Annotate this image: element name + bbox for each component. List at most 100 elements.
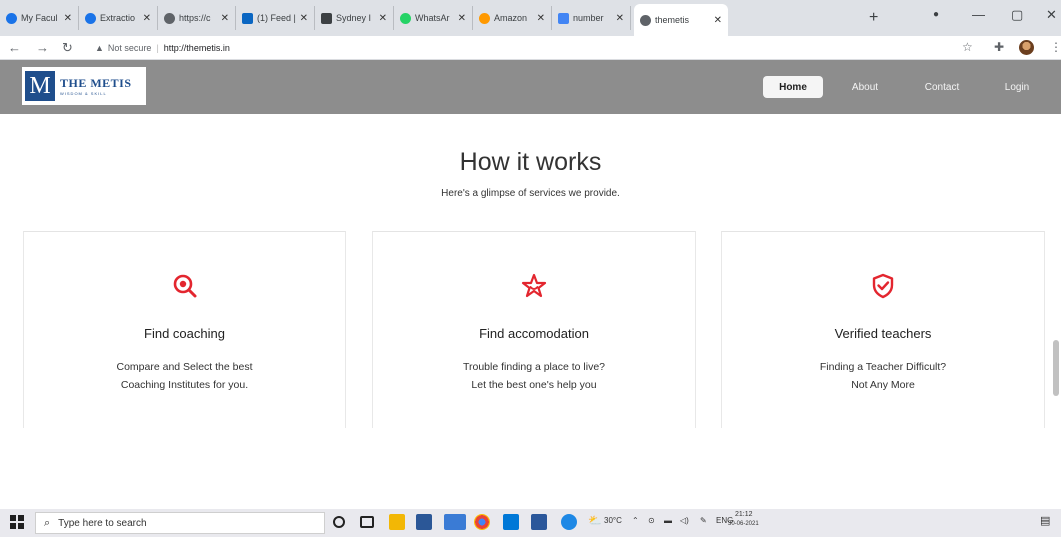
card-description: Finding a Teacher Difficult? Not Any Mor…	[722, 358, 1044, 394]
maximize-icon[interactable]: ▢	[1011, 7, 1023, 23]
browser-tab[interactable]: Extractio ✕	[79, 6, 158, 30]
clock-time[interactable]: 21:12	[735, 511, 753, 518]
browser-tab[interactable]: number ✕	[552, 6, 631, 30]
tab-favicon-icon	[164, 12, 175, 24]
close-icon[interactable]: ✕	[300, 13, 308, 24]
volume-icon[interactable]: ◁)	[680, 516, 689, 525]
divider: |	[156, 43, 159, 53]
site-logo[interactable]: M THE METIS WISDOM & SKILL	[22, 67, 146, 105]
card-title: Find coaching	[144, 326, 225, 341]
taskbar-search-input[interactable]: ⌕ Type here to search	[35, 512, 325, 534]
back-icon[interactable]: ←	[8, 40, 21, 55]
file-explorer-icon[interactable]	[389, 514, 405, 530]
tab-title: WhatsAr	[415, 13, 450, 23]
section-heading: How it works	[459, 148, 602, 176]
bookmark-star-icon[interactable]: ☆	[962, 40, 973, 54]
weather-text: 30°C	[604, 516, 622, 525]
task-view-icon[interactable]	[360, 516, 374, 528]
close-icon[interactable]: ✕	[616, 13, 624, 24]
tab-title: https://c	[179, 13, 211, 23]
url-text: http://themetis.in	[163, 43, 230, 53]
card-description-line: Finding a Teacher Difficult?	[819, 361, 947, 373]
star-icon	[521, 273, 547, 298]
close-icon[interactable]: ✕	[221, 13, 229, 24]
close-window-icon[interactable]: ✕	[1046, 7, 1057, 23]
close-icon[interactable]: ✕	[64, 13, 72, 24]
vscode-icon[interactable]	[503, 514, 519, 530]
card-description: Trouble finding a place to live? Let the…	[373, 358, 695, 394]
nav-contact-link[interactable]: Contact	[912, 76, 972, 98]
profile-avatar[interactable]	[1019, 40, 1034, 55]
tab-favicon-icon	[479, 12, 490, 24]
close-icon[interactable]: ✕	[379, 13, 387, 24]
tab-title: Amazon	[494, 13, 528, 23]
reload-icon[interactable]: ↻	[62, 40, 73, 56]
section-subheading: Here's a glimpse of services we provide.	[441, 188, 620, 199]
logo-mark: M	[25, 71, 55, 101]
tab-favicon-icon	[6, 12, 17, 24]
browser-tab[interactable]: WhatsAr ✕	[394, 6, 473, 30]
browser-tab[interactable]: https://c ✕	[158, 6, 236, 30]
service-card-accommodation: Find accomodation Trouble finding a plac…	[372, 231, 696, 428]
browser-tab[interactable]: (1) Feed | ✕	[236, 6, 315, 30]
tab-title: Sydney I	[336, 13, 372, 23]
tab-title: Extractio	[100, 13, 136, 23]
forward-icon[interactable]: →	[36, 40, 49, 55]
warning-icon: ▲	[95, 43, 104, 53]
browser-tab-active[interactable]: themetis ✕	[634, 4, 728, 36]
tab-favicon-icon	[400, 12, 411, 24]
clock-date[interactable]: 30-06-2021	[728, 521, 759, 527]
page-scrollbar[interactable]	[1053, 340, 1059, 396]
network-icon[interactable]: ⊙	[648, 516, 655, 525]
tab-favicon-icon	[558, 12, 569, 24]
tab-title: My Facul	[21, 13, 58, 23]
menu-dots-icon[interactable]: ⋮	[1050, 40, 1061, 54]
tab-title: (1) Feed |	[257, 13, 296, 23]
notifications-icon[interactable]: ▤	[1040, 514, 1050, 527]
browser-tab[interactable]: My Facul ✕	[0, 6, 79, 30]
tab-title: number	[573, 13, 604, 23]
close-icon[interactable]: ✕	[714, 15, 722, 26]
close-icon[interactable]: ✕	[458, 13, 466, 24]
card-description-line: Let the best one's help you	[471, 379, 597, 391]
windows-start-icon[interactable]	[10, 515, 24, 529]
security-label: Not secure	[107, 43, 152, 53]
nav-about-link[interactable]: About	[840, 76, 890, 98]
browser-tab-strip: My Facul ✕ Extractio ✕ https://c ✕ (1) F…	[0, 0, 1061, 36]
store-icon[interactable]	[416, 514, 432, 530]
mail-icon[interactable]	[444, 514, 466, 530]
card-description: Compare and Select the best Coaching Ins…	[24, 358, 345, 394]
card-title: Verified teachers	[834, 326, 932, 341]
tab-title: themetis	[655, 15, 690, 25]
taskbar-search-placeholder: Type here to search	[58, 517, 147, 529]
tray-chevron-icon[interactable]: ⌃	[632, 516, 639, 525]
pen-icon[interactable]: ✎	[700, 516, 707, 525]
nav-login-link[interactable]: Login	[992, 76, 1042, 98]
cortana-icon[interactable]	[333, 516, 345, 528]
card-description-line: Compare and Select the best	[116, 361, 253, 373]
service-card-teachers: Verified teachers Finding a Teacher Diff…	[721, 231, 1045, 428]
new-tab-button[interactable]: +	[869, 9, 878, 27]
browser-toolbar: ← → ↻ ▲ Not secure | http://themetis.in …	[0, 36, 1061, 60]
help-icon[interactable]	[561, 514, 577, 530]
extensions-icon[interactable]: ✚	[994, 40, 1004, 54]
minimize-icon[interactable]: —	[972, 7, 985, 22]
chrome-icon[interactable]	[474, 514, 490, 530]
close-icon[interactable]: ✕	[537, 13, 545, 24]
tab-favicon-icon	[640, 14, 651, 26]
nav-home-link[interactable]: Home	[763, 76, 823, 98]
logo-tagline: WISDOM & SKILL	[60, 91, 107, 96]
card-title: Find accomodation	[479, 326, 589, 341]
browser-tab[interactable]: Amazon ✕	[473, 6, 552, 30]
close-icon[interactable]: ✕	[143, 13, 151, 24]
browser-menu-icon[interactable]: ●	[933, 9, 939, 20]
battery-icon[interactable]: ▬	[664, 516, 672, 525]
weather-icon[interactable]: ⛅	[588, 514, 602, 527]
search-icon: ⌕	[44, 516, 51, 529]
tab-favicon-icon	[321, 12, 332, 24]
tab-favicon-icon	[85, 12, 96, 24]
word-icon[interactable]	[531, 514, 547, 530]
browser-tab[interactable]: Sydney I ✕	[315, 6, 394, 30]
address-bar[interactable]: ▲ Not secure | http://themetis.in	[95, 39, 955, 57]
card-description-line: Not Any More	[851, 379, 915, 391]
